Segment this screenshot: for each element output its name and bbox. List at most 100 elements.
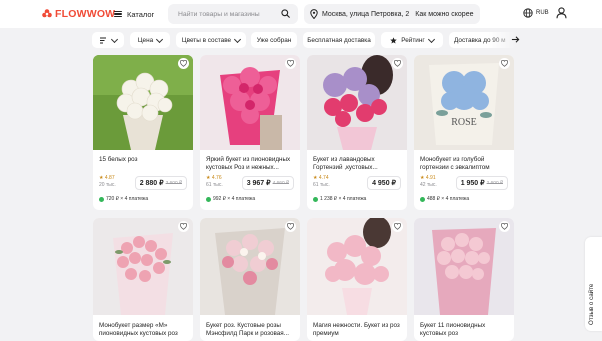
favorite-button[interactable] — [178, 58, 189, 69]
address-text: Москва, улица Петровка, 2 — [322, 10, 410, 18]
product-reviews: 61 тыс. — [313, 182, 330, 188]
filter-rating-label: Рейтинг — [401, 36, 425, 44]
filter-free-delivery[interactable]: Бесплатная доставка — [303, 32, 375, 48]
heart-icon — [287, 223, 294, 230]
product-card[interactable]: ROSE Монобукет из голубой гортензии с эв… — [414, 55, 514, 210]
product-photo[interactable] — [414, 218, 514, 315]
product-photo[interactable]: ROSE — [414, 55, 514, 150]
sort-icon — [99, 37, 106, 43]
product-name[interactable]: Магия нежности. Букет из роз премиум — [313, 322, 403, 338]
installment-text: 1 238 ₽ × 4 платежа — [320, 196, 367, 202]
chevron-down-icon — [427, 35, 435, 43]
site-feedback-tab[interactable]: Отзыв о сайте — [585, 237, 602, 331]
favorite-button[interactable] — [392, 221, 403, 232]
svg-text:ROSE: ROSE — [451, 117, 477, 128]
product-name[interactable]: Букет 11 пионовидных кустовых роз — [420, 322, 510, 338]
logo[interactable]: FLOWWOW — [42, 8, 115, 20]
product-card[interactable]: 15 белых роз ★ 4.87 20 тыс. 2 880 ₽3 600… — [93, 55, 193, 210]
price-current: 4 950 ₽ — [372, 180, 396, 187]
heart-icon — [501, 60, 508, 67]
location-pin-icon — [310, 9, 318, 19]
product-card[interactable]: Букет 11 пионовидных кустовых роз — [414, 218, 514, 341]
product-rating: ★ 4.91 — [420, 175, 436, 181]
catalog-label: Каталог — [127, 9, 155, 19]
product-photo[interactable] — [200, 55, 300, 150]
favorite-button[interactable] — [285, 58, 296, 69]
product-reviews: 20 тыс. — [99, 182, 116, 188]
favorite-button[interactable] — [499, 221, 510, 232]
installment-info: 1 238 ₽ × 4 платежа — [313, 196, 366, 202]
product-name[interactable]: Букет из лавандовых Гортензий ,кустовых.… — [313, 156, 403, 172]
installment-dot-icon — [206, 196, 211, 202]
product-photo[interactable] — [307, 55, 407, 150]
price-current: 2 880 ₽ — [139, 180, 164, 187]
product-name[interactable]: Монобукет размер «М» пионовидных кустовы… — [99, 322, 189, 338]
filters-fade — [488, 28, 528, 53]
search-input[interactable]: Найти товары и магазины — [168, 4, 298, 24]
header-bar: FLOWWOW Каталог Найти товары и магазины … — [0, 0, 602, 28]
heart-icon — [394, 223, 401, 230]
filter-price-label: Цена — [137, 36, 154, 44]
star-icon — [390, 36, 397, 44]
globe-icon — [523, 8, 533, 18]
product-reviews: 42 тыс. — [420, 182, 437, 188]
heart-icon — [180, 60, 187, 67]
menu-icon — [114, 11, 122, 17]
search-placeholder: Найти товары и магазины — [178, 10, 260, 18]
search-icon[interactable] — [281, 9, 290, 18]
favorite-button[interactable] — [285, 221, 296, 232]
installment-text: 992 ₽ × 4 платежа — [213, 196, 256, 202]
product-rating: ★ 4.74 — [313, 175, 329, 181]
currency-selector[interactable]: RUB — [523, 8, 549, 18]
arrow-right-icon[interactable] — [511, 35, 520, 44]
sort-button[interactable] — [92, 32, 124, 48]
heart-icon — [394, 60, 401, 67]
product-photo[interactable] — [93, 218, 193, 315]
filter-ready-label: Уже собран — [256, 36, 292, 44]
installment-info: 992 ₽ × 4 платежа — [206, 196, 255, 202]
product-photo[interactable] — [200, 218, 300, 315]
installment-text: 488 ₽ × 4 платежа — [427, 196, 470, 202]
product-price[interactable]: 2 880 ₽3 600 ₽ — [134, 176, 187, 190]
product-name[interactable]: Яркий букет из пионовидных кустовых Роз … — [206, 156, 296, 172]
product-photo[interactable] — [93, 55, 193, 150]
product-rating: ★ 4.76 — [206, 175, 222, 181]
filter-flowers-label: Цветы в составе — [181, 36, 232, 44]
product-card[interactable]: Монобукет размер «М» пионовидных кустовы… — [93, 218, 193, 341]
filter-ready[interactable]: Уже собран — [251, 32, 297, 48]
delivery-address-button[interactable]: Москва, улица Петровка, 2 Как можно скор… — [304, 4, 480, 24]
chevron-down-icon — [156, 35, 164, 43]
installment-dot-icon — [420, 196, 425, 202]
price-current: 1 950 ₽ — [460, 180, 485, 187]
chevron-down-icon — [110, 35, 118, 43]
price-old: 2 600 ₽ — [486, 180, 503, 186]
user-profile-icon[interactable] — [556, 7, 567, 19]
chevron-down-icon — [234, 35, 242, 43]
product-card[interactable]: Магия нежности. Букет из роз премиум — [307, 218, 407, 341]
product-card[interactable]: Яркий букет из пионовидных кустовых Роз … — [200, 55, 300, 210]
product-photo[interactable] — [307, 218, 407, 315]
currency-label: RUB — [536, 10, 549, 16]
product-name[interactable]: 15 белых роз — [99, 156, 189, 164]
installment-text: 720 ₽ × 4 платежа — [106, 196, 149, 202]
filter-price[interactable]: Цена — [130, 32, 170, 48]
filter-flowers[interactable]: Цветы в составе — [176, 32, 246, 48]
logo-text: FLOWWOW — [55, 8, 116, 20]
catalog-button[interactable]: Каталог — [108, 4, 162, 24]
favorite-button[interactable] — [499, 58, 510, 69]
product-card[interactable]: Букет из лавандовых Гортензий ,кустовых.… — [307, 55, 407, 210]
product-card[interactable]: Букет роз. Кустовые розы Мэнсфилд Парк и… — [200, 218, 300, 341]
product-price[interactable]: 3 967 ₽4 660 ₽ — [241, 176, 294, 190]
delivery-time-text: Как можно скорее — [415, 10, 474, 18]
product-price[interactable]: 4 950 ₽ — [367, 176, 401, 190]
product-price[interactable]: 1 950 ₽2 600 ₽ — [455, 176, 508, 190]
product-name[interactable]: Букет роз. Кустовые розы Мэнсфилд Парк и… — [206, 322, 296, 338]
flower-logo-icon — [42, 9, 52, 19]
product-name[interactable]: Монобукет из голубой гортензии с эвкалип… — [420, 156, 510, 172]
installment-dot-icon — [313, 196, 318, 202]
price-current: 3 967 ₽ — [246, 180, 271, 187]
price-old: 3 600 ₽ — [165, 180, 182, 186]
favorite-button[interactable] — [392, 58, 403, 69]
filter-rating[interactable]: Рейтинг — [381, 32, 443, 48]
favorite-button[interactable] — [178, 221, 189, 232]
